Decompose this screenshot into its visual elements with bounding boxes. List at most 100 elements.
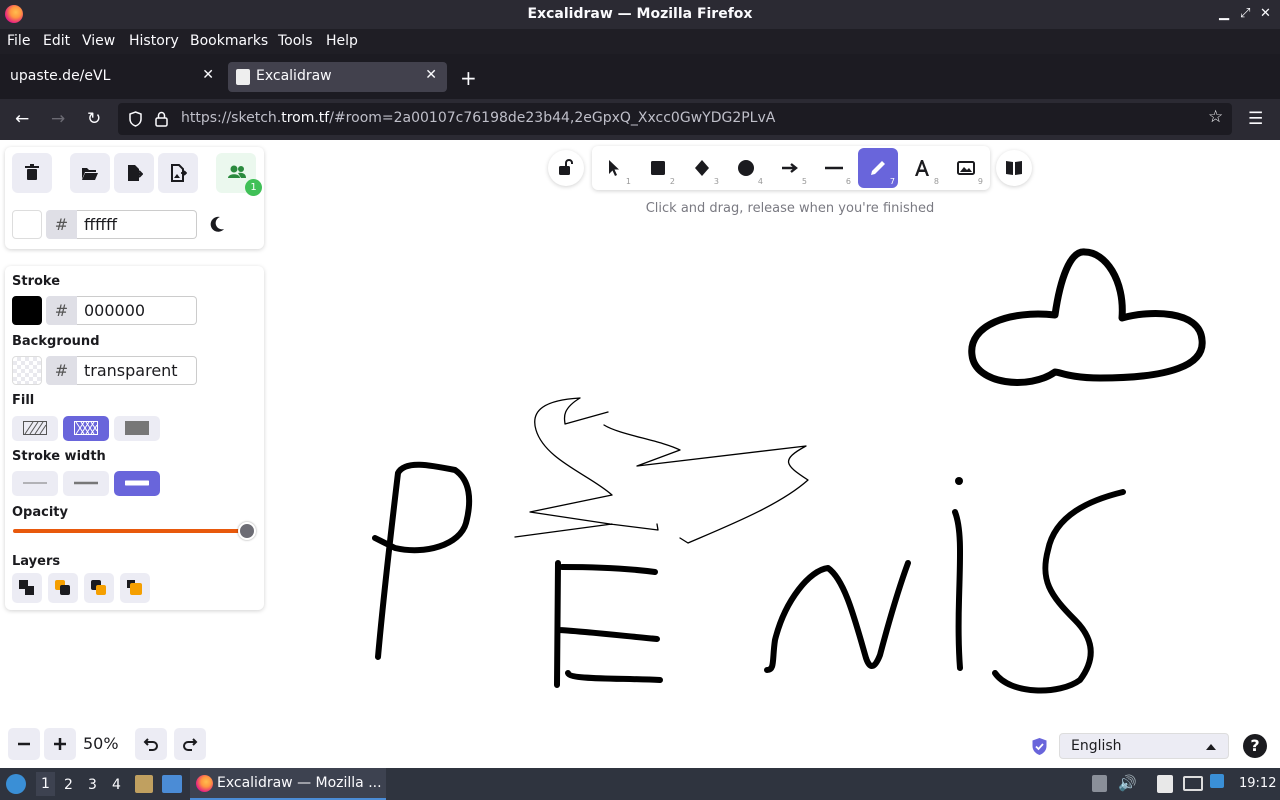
- menu-tools[interactable]: Tools: [278, 33, 313, 49]
- zoom-in-button[interactable]: [44, 728, 76, 760]
- url-text: https://sketch.trom.tf/#room=2a00107c761…: [181, 110, 776, 126]
- trash-icon: [25, 164, 39, 180]
- diamond-icon: [695, 160, 709, 176]
- eject-icon[interactable]: [1092, 775, 1107, 792]
- fill-solid-button[interactable]: [114, 416, 160, 441]
- lock-icon[interactable]: [155, 111, 168, 127]
- bookmark-star-icon[interactable]: ☆: [1208, 107, 1223, 127]
- send-to-back-button[interactable]: [12, 573, 42, 603]
- window-title: Excalidraw — Mozilla Firefox: [527, 6, 753, 22]
- tool-arrow[interactable]: 5: [770, 148, 810, 188]
- clear-canvas-button[interactable]: [12, 153, 52, 193]
- tool-rectangle[interactable]: 2: [638, 148, 678, 188]
- stroke-color-swatch[interactable]: [12, 296, 42, 325]
- collaborate-button[interactable]: 1: [216, 153, 262, 196]
- tool-shortcut-key: 4: [757, 177, 763, 186]
- dark-mode-moon-icon[interactable]: [208, 216, 225, 233]
- menu-edit[interactable]: Edit: [43, 33, 70, 49]
- volume-icon[interactable]: 🔊: [1118, 774, 1137, 792]
- tool-lock-button[interactable]: [548, 150, 584, 186]
- close-window-icon[interactable]: ✕: [1260, 6, 1271, 21]
- unlock-icon: [559, 159, 573, 175]
- language-select[interactable]: English: [1059, 733, 1229, 759]
- url-bar[interactable]: https://sketch.trom.tf/#room=2a00107c761…: [118, 103, 1232, 135]
- undo-button[interactable]: [135, 728, 167, 760]
- stroke-width-extra-bold-button[interactable]: [114, 471, 160, 496]
- tool-ellipse[interactable]: 4: [726, 148, 766, 188]
- network-icon[interactable]: [1183, 776, 1203, 791]
- maximize-icon[interactable]: ⤢: [1240, 6, 1250, 21]
- reload-icon[interactable]: ↻: [87, 109, 101, 129]
- file-manager-icon[interactable]: [135, 775, 153, 793]
- workspace-3[interactable]: 3: [88, 777, 97, 793]
- opacity-slider-thumb[interactable]: [238, 522, 256, 540]
- taskbar-firefox-window[interactable]: Excalidraw — Mozilla ...: [190, 768, 386, 800]
- canvas-color-input[interactable]: ffffff: [77, 210, 197, 239]
- encryption-shield-icon[interactable]: [1031, 737, 1048, 756]
- caret-up-icon: [1206, 744, 1216, 750]
- zoom-level[interactable]: 50%: [83, 734, 119, 753]
- image-icon: [957, 161, 975, 175]
- workspace-2[interactable]: 2: [64, 777, 73, 793]
- menu-view[interactable]: View: [82, 33, 115, 49]
- workspace-4[interactable]: 4: [112, 777, 121, 793]
- background-color-input[interactable]: transparent: [77, 356, 197, 385]
- tab-bar: upaste.de/eVL ✕ Excalidraw ✕ +: [0, 54, 1280, 99]
- pencil-icon: [871, 161, 885, 175]
- desktop-icon[interactable]: [162, 775, 182, 793]
- ellipse-icon: [738, 160, 754, 176]
- fill-cross-hatch-button[interactable]: [63, 416, 109, 441]
- notification-icon[interactable]: [1210, 774, 1224, 788]
- bring-to-front-button[interactable]: [120, 573, 150, 603]
- start-menu-icon[interactable]: [6, 774, 26, 794]
- save-button[interactable]: [114, 153, 154, 193]
- tool-draw[interactable]: 7: [858, 148, 898, 188]
- open-button[interactable]: [70, 153, 110, 193]
- forward-icon[interactable]: →: [51, 109, 65, 129]
- opacity-slider-track[interactable]: [13, 529, 250, 533]
- library-button[interactable]: [996, 150, 1032, 186]
- menu-help[interactable]: Help: [326, 33, 358, 49]
- menu-bookmarks[interactable]: Bookmarks: [190, 33, 268, 49]
- close-tab-icon[interactable]: ✕: [425, 67, 437, 83]
- shield-icon[interactable]: [128, 111, 143, 127]
- thin-line-icon: [23, 482, 47, 484]
- zoom-out-button[interactable]: [8, 728, 40, 760]
- send-backward-button[interactable]: [48, 573, 78, 603]
- stroke-width-bold-button[interactable]: [63, 471, 109, 496]
- back-icon[interactable]: ←: [15, 109, 29, 129]
- tool-line[interactable]: 6: [814, 148, 854, 188]
- canvas-color-swatch[interactable]: [12, 210, 42, 239]
- tool-image[interactable]: 9: [946, 148, 986, 188]
- hachure-fill-icon: [23, 421, 47, 435]
- tab-upaste[interactable]: upaste.de/eVL ✕: [0, 62, 224, 92]
- background-color-picker: # transparent: [12, 356, 202, 385]
- tool-diamond[interactable]: 3: [682, 148, 722, 188]
- bring-forward-button[interactable]: [84, 573, 114, 603]
- background-color-swatch[interactable]: [12, 356, 42, 385]
- menu-file[interactable]: File: [7, 33, 30, 49]
- redo-button[interactable]: [174, 728, 206, 760]
- workspace-1[interactable]: 1: [36, 772, 55, 796]
- help-button[interactable]: ?: [1243, 734, 1267, 758]
- stroke-width-thin-button[interactable]: [12, 471, 58, 496]
- tool-selection[interactable]: 1: [594, 148, 634, 188]
- pointer-icon: [609, 160, 619, 176]
- minimize-icon[interactable]: ▁: [1219, 6, 1229, 21]
- app-menu-icon[interactable]: ☰: [1248, 109, 1263, 129]
- stroke-width-label: Stroke width: [12, 449, 106, 464]
- fill-hachure-button[interactable]: [12, 416, 58, 441]
- clipboard-icon[interactable]: [1157, 775, 1173, 793]
- close-tab-icon[interactable]: ✕: [202, 67, 214, 83]
- tool-text[interactable]: 8: [902, 148, 942, 188]
- tab-excalidraw[interactable]: Excalidraw ✕: [228, 62, 447, 92]
- menu-history[interactable]: History: [129, 33, 179, 49]
- tool-shortcut-key: 1: [625, 177, 631, 186]
- tool-shortcut-key: 5: [801, 177, 807, 186]
- collaborator-count-badge: 1: [245, 179, 262, 196]
- send-to-back-icon: [19, 580, 34, 595]
- stroke-color-input[interactable]: 000000: [77, 296, 197, 325]
- export-image-button[interactable]: [158, 153, 198, 193]
- new-tab-icon[interactable]: +: [460, 66, 477, 90]
- excalidraw-canvas[interactable]: 1 # ffffff Stroke # 000000 Background # …: [0, 140, 1280, 768]
